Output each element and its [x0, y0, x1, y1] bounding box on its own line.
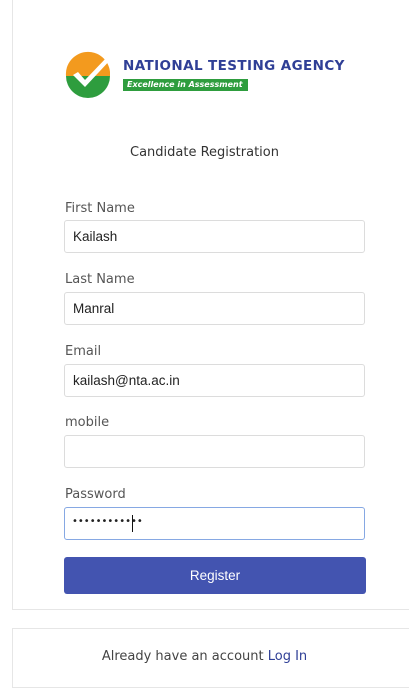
form-title: Candidate Registration [130, 145, 279, 160]
last-name-label: Last Name [65, 272, 135, 287]
password-label: Password [65, 487, 126, 502]
nta-logo: NATIONAL TESTING AGENCY Excellence in As… [64, 50, 370, 100]
brand-tagline: Excellence in Assessment [123, 79, 248, 91]
last-name-input[interactable] [64, 292, 365, 325]
email-input[interactable] [64, 364, 365, 397]
login-prompt: Already have an account [101, 649, 264, 664]
login-link[interactable]: Log In [268, 649, 307, 664]
email-label: Email [65, 344, 102, 359]
mobile-input[interactable] [64, 435, 365, 468]
text-caret [132, 515, 133, 532]
footer-text: Already have an account Log In [0, 649, 409, 664]
mobile-label: mobile [65, 415, 110, 430]
first-name-input[interactable] [64, 220, 365, 253]
register-button[interactable]: Register [64, 557, 366, 594]
brand-name: NATIONAL TESTING AGENCY [123, 58, 345, 74]
first-name-label: First Name [65, 201, 135, 216]
nta-logo-mark-icon [65, 51, 113, 98]
password-input[interactable]: •••••••••••• [64, 507, 365, 540]
